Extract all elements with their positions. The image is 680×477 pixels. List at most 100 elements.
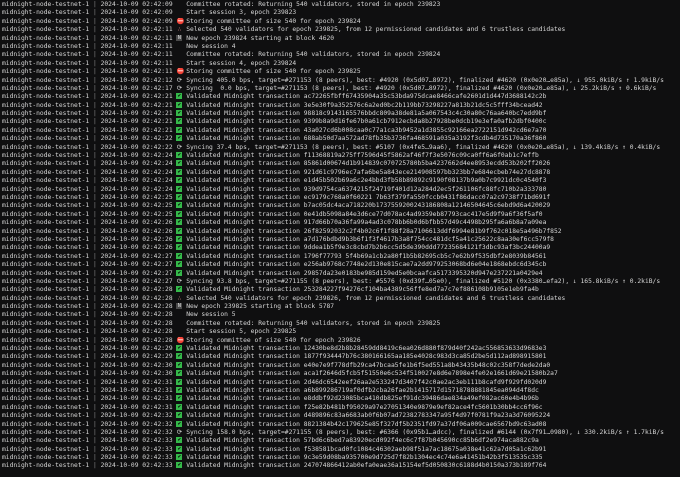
log-message: New session 4	[186, 42, 236, 50]
log-message: Syncing 158.0 bps, target=#271155 (8 pee…	[186, 428, 664, 436]
log-message: Committee rotated: Returning 540 validat…	[186, 1, 441, 8]
log-date: 2024-10-09	[100, 168, 139, 176]
separator: |	[89, 210, 101, 218]
log-date: 2024-10-09	[100, 185, 139, 193]
log-line: midnight-node-testnet-1 | 2024-10-09 02:…	[2, 252, 680, 261]
log-time: 02:42:24	[142, 185, 173, 193]
log-time: 02:42:11	[142, 42, 173, 50]
log-time: 02:42:28	[142, 294, 173, 302]
log-date: 2024-10-09	[100, 286, 139, 294]
separator: |	[89, 135, 101, 143]
log-line: midnight-node-testnet-1 | 2024-10-09 02:…	[2, 462, 680, 470]
log-time: 02:42:21	[142, 118, 173, 126]
separator: |	[89, 1, 101, 8]
log-line: midnight-node-testnet-1 | 2024-10-09 02:…	[2, 420, 680, 429]
node-name: midnight-node-testnet-1	[2, 353, 90, 361]
separator: |	[89, 244, 101, 252]
log-line: midnight-node-testnet-1 | 2024-10-09 02:…	[2, 210, 680, 219]
node-name: midnight-node-testnet-1	[2, 160, 90, 168]
check-icon: ✔	[176, 269, 183, 276]
log-time: 02:42:11	[142, 34, 173, 42]
separator: |	[89, 412, 101, 420]
node-name: midnight-node-testnet-1	[2, 34, 90, 42]
log-message: Validated Midnight transaction a7d176bdb…	[186, 235, 554, 243]
log-line: midnight-node-testnet-1 | 2024-10-09 02:…	[2, 235, 680, 244]
log-message: Validated Midnight transaction e40e7e9f7…	[186, 361, 551, 369]
separator: |	[89, 286, 101, 294]
log-date: 2024-10-09	[100, 227, 139, 235]
log-time: 02:42:33	[142, 454, 173, 462]
node-name: midnight-node-testnet-1	[2, 395, 90, 403]
log-message: Validated Midnight transaction 8821384b4…	[186, 420, 547, 428]
check-icon: ✔	[176, 420, 183, 427]
separator: |	[89, 303, 101, 311]
log-date: 2024-10-09	[100, 412, 139, 420]
log-line: midnight-node-testnet-1 | 2024-10-09 02:…	[2, 26, 680, 34]
separator: |	[89, 437, 101, 445]
node-name: midnight-node-testnet-1	[2, 235, 90, 243]
log-date: 2024-10-09	[100, 118, 139, 126]
separator: |	[89, 445, 101, 453]
check-icon: ✔	[176, 252, 183, 259]
log-time: 02:42:29	[142, 353, 173, 361]
log-line: midnight-node-testnet-1 | 2024-10-09 02:…	[2, 219, 680, 227]
log-message: Storing committee of size 540 for epoch …	[186, 336, 361, 344]
log-message: Validated Midnight transaction 1877f9344…	[186, 353, 547, 361]
log-time: 02:42:22	[142, 143, 173, 151]
selected-icon: ∴	[177, 26, 182, 34]
log-date: 2024-10-09	[100, 319, 139, 327]
log-date: 2024-10-09	[100, 143, 139, 151]
log-time: 02:42:33	[142, 462, 173, 470]
separator: |	[89, 9, 101, 17]
log-date: 2024-10-09	[100, 17, 139, 25]
node-name: midnight-node-testnet-1	[2, 412, 90, 420]
check-icon: ✔	[176, 177, 183, 184]
node-name: midnight-node-testnet-1	[2, 135, 90, 143]
node-name: midnight-node-testnet-1	[2, 252, 90, 260]
node-name: midnight-node-testnet-1	[2, 454, 90, 462]
node-name: midnight-node-testnet-1	[2, 193, 90, 201]
check-icon: ✔	[176, 235, 183, 242]
log-date: 2024-10-09	[100, 428, 139, 436]
log-line: midnight-node-testnet-1 | 2024-10-09 02:…	[2, 202, 680, 210]
terminal-log: midnight-node-testnet-1 | 2024-10-09 02:…	[0, 0, 680, 477]
log-line: midnight-node-testnet-1 | 2024-10-09 02:…	[2, 386, 680, 395]
node-name: midnight-node-testnet-1	[2, 143, 90, 151]
log-message: Validated Midnight transaction 253284227…	[186, 286, 539, 294]
node-name: midnight-node-testnet-1	[2, 93, 90, 101]
blank-icon	[176, 9, 182, 17]
node-name: midnight-node-testnet-1	[2, 84, 90, 92]
node-name: midnight-node-testnet-1	[2, 59, 90, 67]
log-line: midnight-node-testnet-1 | 2024-10-09 02:…	[2, 77, 680, 85]
separator: |	[89, 328, 101, 336]
log-message: Syncing 93.8 bps, target=#271155 (8 peer…	[186, 277, 661, 285]
stop-icon: ⛔	[176, 336, 185, 344]
log-time: 02:42:28	[142, 303, 173, 311]
check-icon: ✔	[176, 101, 183, 108]
node-name: midnight-node-testnet-1	[2, 110, 90, 118]
blank-icon	[176, 311, 182, 319]
log-date: 2024-10-09	[100, 59, 139, 67]
check-icon: ✔	[176, 168, 183, 175]
log-time: 02:42:09	[142, 1, 173, 8]
log-message: Validated Midnight transaction f11368819…	[186, 152, 539, 160]
log-message: Validated Midnight transaction ec9179c76…	[186, 193, 551, 201]
log-date: 2024-10-09	[100, 269, 139, 277]
log-time: 02:42:24	[142, 168, 173, 176]
blank-icon	[176, 320, 182, 328]
check-icon: ✔	[176, 412, 183, 419]
log-date: 2024-10-09	[100, 395, 139, 403]
check-icon: ✔	[176, 378, 183, 385]
node-name: midnight-node-testnet-1	[2, 294, 90, 302]
node-name: midnight-node-testnet-1	[2, 51, 90, 59]
log-time: 02:42:30	[142, 361, 173, 369]
log-line: midnight-node-testnet-1 | 2024-10-09 02:…	[2, 1, 680, 9]
node-name: midnight-node-testnet-1	[2, 42, 90, 50]
log-time: 02:42:30	[142, 370, 173, 378]
separator: |	[89, 420, 101, 428]
log-date: 2024-10-09	[100, 437, 139, 445]
separator: |	[89, 235, 101, 243]
log-date: 2024-10-09	[100, 462, 139, 470]
check-icon: ✔	[176, 462, 183, 469]
separator: |	[89, 168, 101, 176]
